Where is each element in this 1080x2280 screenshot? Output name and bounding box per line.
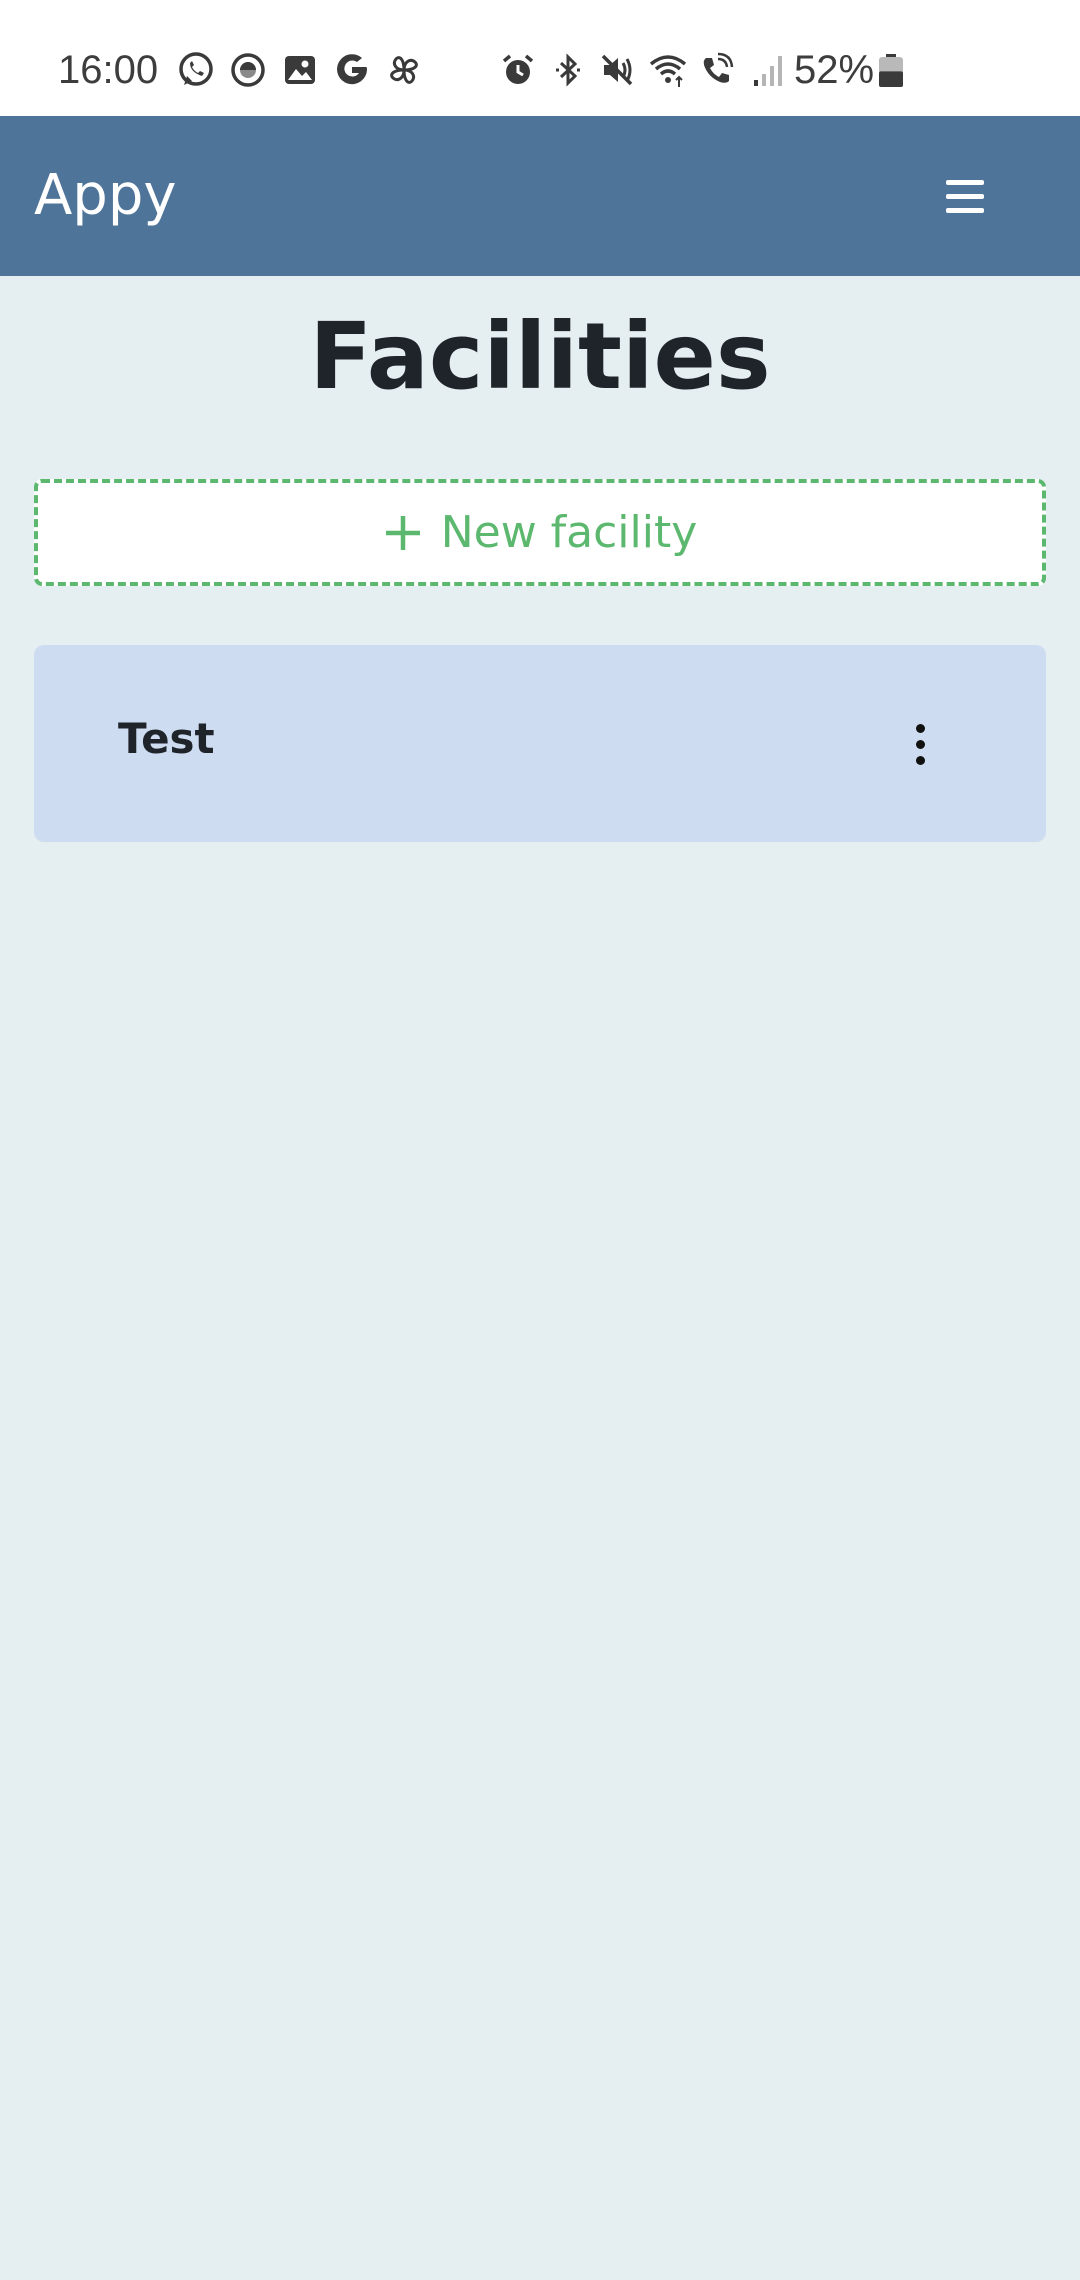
more-vertical-icon-dot-bottom: [915, 755, 925, 765]
new-facility-label: New facility: [440, 506, 698, 558]
mute-icon: [601, 54, 633, 86]
messenger-icon: [231, 53, 265, 87]
hamburger-menu-icon: [946, 179, 984, 185]
whatsapp-icon: [179, 52, 213, 86]
hamburger-menu-icon-middle: [946, 193, 984, 199]
battery-icon: [879, 54, 903, 87]
signal-icon: [754, 56, 782, 86]
plus-icon: [385, 515, 420, 550]
gallery-icon: [285, 56, 315, 84]
status-notification-icons: [176, 50, 424, 90]
status-bar: 16:00 52%: [0, 0, 1080, 116]
app-title[interactable]: Appy: [34, 164, 177, 228]
page-title: Facilities: [309, 303, 771, 410]
facility-options-button[interactable]: [890, 711, 950, 777]
new-facility-button[interactable]: New facility: [34, 479, 1046, 586]
status-time: 16:00: [58, 48, 159, 92]
wifi-calling-icon: [703, 52, 734, 83]
google-icon: [337, 54, 367, 85]
status-system-icons: [498, 50, 788, 90]
battery-percent: 52%: [794, 48, 875, 92]
more-vertical-icon-dot-middle: [915, 739, 925, 749]
menu-button[interactable]: [920, 162, 1010, 230]
bluetooth-icon: [556, 53, 580, 87]
app-bar: Appy: [0, 116, 1080, 276]
more-vertical-icon: [915, 723, 925, 733]
hamburger-menu-icon-bottom: [946, 207, 984, 213]
pinwheel-icon: [390, 56, 418, 84]
wifi-icon: [649, 55, 687, 87]
alarm-icon: [502, 54, 534, 84]
facility-card[interactable]: Test: [34, 645, 1046, 842]
facility-name[interactable]: Test: [118, 713, 215, 765]
